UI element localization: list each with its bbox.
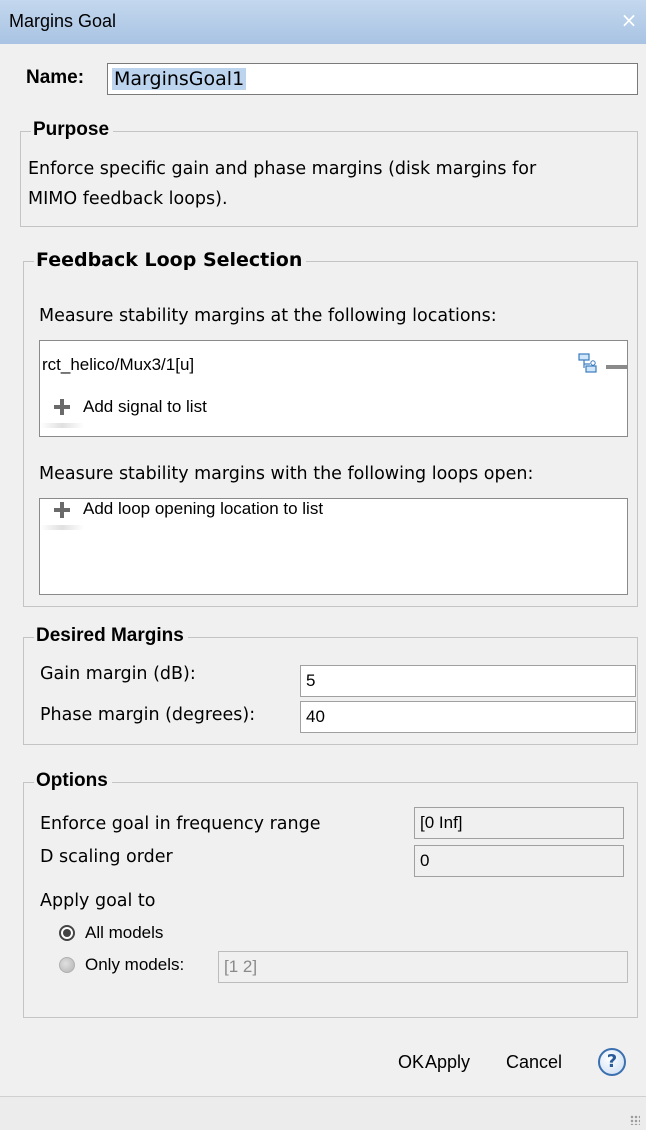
feedback-loop-legend: Feedback Loop Selection xyxy=(34,248,307,272)
ok-button[interactable]: OK xyxy=(398,1052,424,1073)
purpose-text-line1: Enforce specific gain and phase margins … xyxy=(28,159,537,179)
all-models-radio[interactable] xyxy=(59,925,75,941)
apply-button[interactable]: Apply xyxy=(425,1052,470,1073)
apply-goal-label: Apply goal to xyxy=(40,891,156,911)
freq-range-input[interactable]: [0 Inf] xyxy=(414,807,624,839)
gain-margin-input[interactable]: 5 xyxy=(300,665,636,697)
only-models-label[interactable]: Only models: xyxy=(85,955,184,975)
name-input[interactable]: MarginsGoal1 xyxy=(107,63,638,95)
add-signal-icon[interactable] xyxy=(52,397,72,417)
dscale-label: D scaling order xyxy=(40,847,173,867)
purpose-legend: Purpose xyxy=(31,118,114,142)
opening-listbox: Add loop opening location to list xyxy=(39,498,628,595)
feedback-loop-group: Feedback Loop Selection Measure stabilit… xyxy=(23,248,638,607)
add-opening-shadow xyxy=(40,525,84,530)
title-bar: Margins Goal × xyxy=(0,0,646,44)
cancel-button[interactable]: Cancel xyxy=(506,1052,562,1073)
openings-label: Measure stability margins with the follo… xyxy=(39,464,534,484)
status-bar xyxy=(0,1096,646,1130)
name-input-value: MarginsGoal1 xyxy=(112,68,247,90)
gain-margin-label: Gain margin (dB): xyxy=(40,664,196,684)
highlight-signal-icon[interactable] xyxy=(578,352,598,374)
signal-item[interactable]: rct_helico/Mux3/1[u] xyxy=(42,355,194,375)
only-models-input[interactable]: [1 2] xyxy=(218,951,628,983)
all-models-label[interactable]: All models xyxy=(85,923,163,943)
help-icon[interactable]: ? xyxy=(598,1048,626,1076)
locations-label: Measure stability margins at the followi… xyxy=(39,306,497,326)
options-group: Options Enforce goal in frequency range … xyxy=(23,769,638,1018)
dscale-input[interactable]: 0 xyxy=(414,845,624,877)
resize-grip-icon[interactable] xyxy=(630,1115,640,1125)
close-icon[interactable]: × xyxy=(618,9,640,31)
purpose-group: Purpose Enforce specific gain and phase … xyxy=(20,118,638,227)
only-models-radio[interactable] xyxy=(59,957,75,973)
options-legend: Options xyxy=(34,769,112,793)
freq-range-label: Enforce goal in frequency range xyxy=(40,814,321,834)
desired-margins-group: Desired Margins Gain margin (dB): 5 Phas… xyxy=(23,624,638,745)
signal-listbox: rct_helico/Mux3/1[u] Add signal to list xyxy=(39,340,628,437)
add-signal-shadow xyxy=(40,423,84,428)
remove-signal-icon[interactable] xyxy=(606,365,628,369)
add-opening-icon[interactable] xyxy=(52,500,72,520)
phase-margin-input[interactable]: 40 xyxy=(300,701,636,733)
add-opening-link[interactable]: Add loop opening location to list xyxy=(83,499,323,519)
desired-margins-legend: Desired Margins xyxy=(34,624,188,648)
purpose-text-line2: MIMO feedback loops). xyxy=(28,189,228,209)
phase-margin-label: Phase margin (degrees): xyxy=(40,705,256,725)
add-signal-link[interactable]: Add signal to list xyxy=(83,397,207,417)
name-label: Name: xyxy=(26,67,85,88)
window-title: Margins Goal xyxy=(9,11,117,31)
